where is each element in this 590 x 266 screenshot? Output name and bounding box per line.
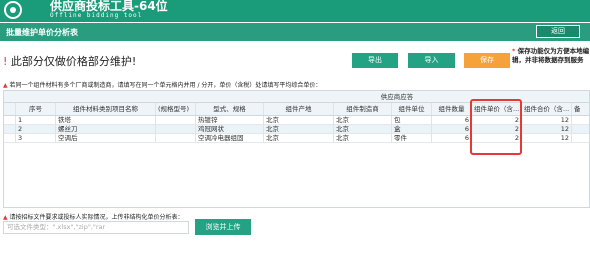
save-note: * 保存功能仅为方便本地编辑，并非将数据存到服务 (512, 47, 590, 65)
cell-qty[interactable]: 6 (432, 125, 472, 133)
cell-type-spec[interactable]: 鸡冠网状 (196, 125, 264, 133)
warning-icon: ▲ (3, 214, 8, 221)
cell-total: 12 (522, 125, 572, 133)
cell-remark[interactable] (572, 125, 589, 133)
cell-name[interactable]: 空调后 (56, 134, 156, 142)
browse-upload-button[interactable]: 浏览并上传 (195, 219, 251, 235)
save-button[interactable]: 保存 (464, 53, 510, 68)
cell-maker[interactable]: 北京 (334, 134, 392, 142)
import-button[interactable]: 导入 (408, 53, 455, 68)
cell-remark[interactable] (572, 116, 589, 124)
col-header-no[interactable]: 序号 (16, 103, 56, 115)
cell-no: 3 (16, 134, 56, 142)
file-type-field[interactable]: 可选文件类型：".xlsx","zip","rar (3, 221, 189, 234)
return-button[interactable]: 返回 (536, 25, 580, 38)
section-headline: ! 此部分仅做价格部分维护! (3, 53, 136, 69)
col-header-unit[interactable]: 组件单位 (392, 103, 432, 115)
cell-unit[interactable]: 零件 (392, 134, 432, 142)
headline-text: 此部分仅做价格部分维护! (10, 55, 137, 68)
col-header-type-spec[interactable]: 型式、规格 (196, 103, 264, 115)
cell-type-spec[interactable]: 热镀锌 (196, 116, 264, 124)
cell-no: 2 (16, 125, 56, 133)
cell-spec-model[interactable] (156, 134, 196, 142)
app-subtitle: Offline bidding tool (50, 12, 143, 19)
highlight-box (470, 99, 522, 155)
col-header-qty[interactable]: 组件数量 (432, 103, 472, 115)
cell-unit[interactable]: 盒 (392, 125, 432, 133)
asterisk-icon: * (512, 47, 516, 55)
cell-spec-model[interactable] (156, 125, 196, 133)
col-header-maker[interactable]: 组件制造商 (334, 103, 392, 115)
col-header-origin[interactable]: 组件产地 (264, 103, 334, 115)
cell-total: 12 (522, 134, 572, 142)
col-header-name[interactable]: 组件材料类别项目名称 (56, 103, 156, 115)
cell-name[interactable]: 铁塔 (56, 116, 156, 124)
cell-spec-model[interactable] (156, 116, 196, 124)
page-title: 批量维护单价分析表 (6, 28, 78, 37)
cell-unit[interactable]: 包 (392, 116, 432, 124)
cell-qty[interactable]: 6 (432, 116, 472, 124)
cell-no: 1 (16, 116, 56, 124)
save-note-text: 保存功能仅为方便本地编辑，并非将数据存到服务 (512, 47, 590, 64)
cell-origin[interactable]: 北京 (264, 125, 334, 133)
fill-warning-text: 若同一个组件材料有多个厂商或制造商，请填写在同一个单元格内并用 / 分开，单价（… (9, 82, 322, 89)
app-header: 供应商投标工具-64位 Offline bidding tool (0, 0, 590, 22)
col-header-spec-model[interactable]: (规格型号) (156, 103, 196, 115)
page-title-bar: 批量维护单价分析表 (0, 22, 590, 41)
cell-maker[interactable]: 北京 (334, 116, 392, 124)
app-logo-icon (4, 1, 22, 19)
col-header-total[interactable]: 组件合价（含... (522, 103, 572, 115)
cell-total: 12 (522, 116, 572, 124)
col-header-remark[interactable]: 备 (572, 103, 589, 115)
warning-icon: ▲ (3, 82, 8, 89)
cell-maker[interactable]: 北京 (334, 125, 392, 133)
cell-name[interactable]: 螺丝刀 (56, 125, 156, 133)
upload-note: ▲ 请按招标文件要求或投标人实际情况，上传非结构化单价分析表： (3, 212, 184, 221)
exclamation-icon: ! (3, 55, 8, 68)
export-button[interactable]: 导出 (352, 53, 398, 68)
cell-origin[interactable]: 北京 (264, 116, 334, 124)
fill-warning: ▲ 若同一个组件材料有多个厂商或制造商，请填写在同一个单元格内并用 / 分开，单… (3, 80, 321, 89)
cell-origin[interactable]: 北京 (264, 134, 334, 142)
cell-type-spec[interactable]: 空调冷电器组固 (196, 134, 264, 142)
upload-note-text: 请按招标文件要求或投标人实际情况，上传非结构化单价分析表： (9, 214, 184, 221)
cell-remark[interactable] (572, 134, 589, 142)
cell-qty[interactable]: 6 (432, 134, 472, 142)
